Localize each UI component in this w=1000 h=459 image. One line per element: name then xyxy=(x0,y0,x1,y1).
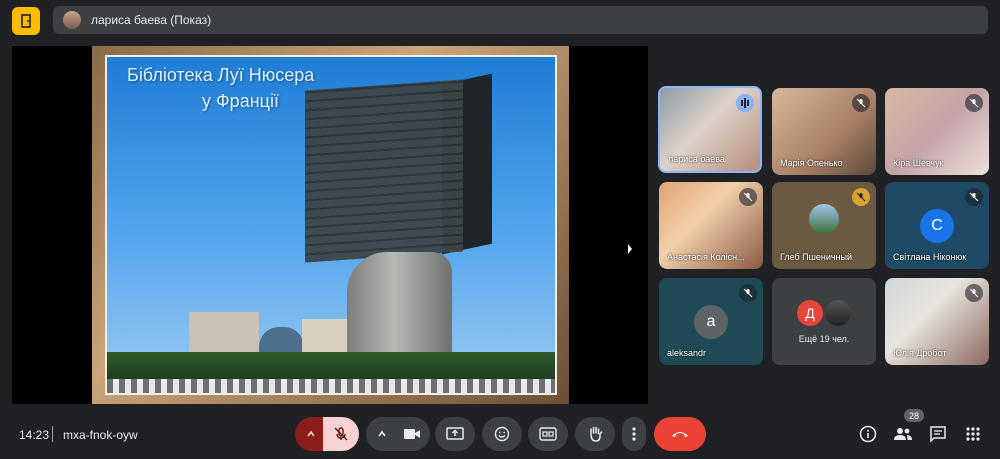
chevron-up-icon xyxy=(307,430,315,437)
meeting-code: mxa-fnok-oyw xyxy=(63,428,138,442)
raise-hand-button[interactable] xyxy=(575,417,615,451)
present-screen-icon xyxy=(446,427,464,440)
more-participant-avatar: Д xyxy=(797,300,823,326)
more-vert-icon xyxy=(632,427,636,441)
sculpture-neck xyxy=(347,252,452,362)
mic-off-icon xyxy=(965,284,983,302)
presenter-avatar xyxy=(63,11,81,29)
slide-title-line1: Бібліотека Луї Нюсера xyxy=(127,65,315,85)
participant-name: лариса баева xyxy=(668,154,725,164)
exit-fullscreen-button[interactable] xyxy=(12,7,40,35)
video-camera-icon xyxy=(404,429,420,439)
presenter-name: лариса баева (Показ) xyxy=(91,13,212,27)
speaking-indicator-icon xyxy=(736,94,754,112)
participant-name: Глеб Пшеничный xyxy=(780,252,853,262)
chat-button[interactable] xyxy=(928,424,948,444)
participant-tile[interactable]: Марія Опенько xyxy=(772,88,876,175)
info-icon xyxy=(859,425,877,443)
participant-initial-avatar: a xyxy=(694,304,728,339)
bottom-bar: 14:23 mxa-fnok-oyw xyxy=(0,410,1000,459)
mic-off-icon xyxy=(739,284,757,302)
participant-tile[interactable]: С Світлана Ніконюк xyxy=(885,182,989,269)
door-exit-icon xyxy=(21,14,31,28)
chevron-up-icon xyxy=(378,430,386,437)
trees xyxy=(107,352,555,382)
end-call-icon xyxy=(672,432,688,437)
sculpture-cube xyxy=(305,79,463,263)
participant-tile[interactable]: Анастасія Колісн... xyxy=(659,182,763,269)
mic-off-icon xyxy=(334,427,348,441)
activities-button[interactable] xyxy=(963,424,983,444)
presentation-slide: Бібліотека Луї Нюсера у Франції xyxy=(92,46,569,404)
more-participants-tile[interactable]: Д Ещё 19 чел. xyxy=(772,278,876,365)
apps-grid-icon xyxy=(966,427,980,441)
present-screen-button[interactable] xyxy=(435,417,475,451)
participant-tile[interactable]: a aleksandr xyxy=(659,278,763,365)
fence xyxy=(107,379,555,393)
participant-name: aleksandr xyxy=(667,348,707,358)
presenter-bar[interactable]: лариса баева (Показ) xyxy=(53,6,988,34)
people-icon xyxy=(894,428,912,440)
participant-name: Юлія Дробот xyxy=(893,348,947,358)
chat-icon xyxy=(930,426,946,443)
reactions-button[interactable] xyxy=(482,417,522,451)
participant-name: Анастасія Колісн... xyxy=(667,252,745,262)
emoji-icon xyxy=(494,426,510,442)
mouse-cursor-icon xyxy=(628,244,632,254)
presentation-stage[interactable]: Бібліотека Луї Нюсера у Франції xyxy=(12,46,648,404)
meeting-info-button[interactable] xyxy=(858,424,878,444)
participant-tile[interactable]: Глеб Пшеничный xyxy=(772,182,876,269)
participant-name: Світлана Ніконюк xyxy=(893,252,967,262)
participant-count-badge: 28 xyxy=(904,409,924,422)
mic-off-icon xyxy=(739,188,757,206)
more-participants-label: Ещё 19 чел. xyxy=(798,334,850,344)
mic-off-icon xyxy=(852,188,870,206)
participant-tile[interactable]: Кіра Шевчук xyxy=(885,88,989,175)
mic-off-icon xyxy=(965,94,983,112)
more-participant-avatar xyxy=(825,300,851,326)
clock: 14:23 xyxy=(19,428,50,442)
divider xyxy=(52,426,53,442)
slide-title-line2: у Франції xyxy=(202,91,279,111)
hand-icon xyxy=(590,426,603,442)
closed-captions-icon xyxy=(539,427,557,441)
participant-avatar xyxy=(809,204,839,234)
mic-off-icon xyxy=(965,188,983,206)
mic-off-icon xyxy=(852,94,870,112)
participant-name: Кіра Шевчук xyxy=(893,158,944,168)
camera-toggle-button[interactable] xyxy=(394,417,430,451)
captions-button[interactable] xyxy=(528,417,568,451)
people-button[interactable] xyxy=(893,424,913,444)
microphone-toggle-button[interactable] xyxy=(323,417,359,451)
participant-name: Марія Опенько xyxy=(780,158,843,168)
participant-initial-avatar: С xyxy=(920,208,954,243)
top-bar: лариса баева (Показ) xyxy=(0,0,1000,44)
leave-call-button[interactable] xyxy=(654,417,706,451)
more-options-button[interactable] xyxy=(622,417,646,451)
participant-tile[interactable]: лариса баева xyxy=(658,86,762,173)
slide-photo: Бібліотека Луї Нюсера у Франції xyxy=(105,55,557,395)
participant-tile[interactable]: Юлія Дробот xyxy=(885,278,989,365)
